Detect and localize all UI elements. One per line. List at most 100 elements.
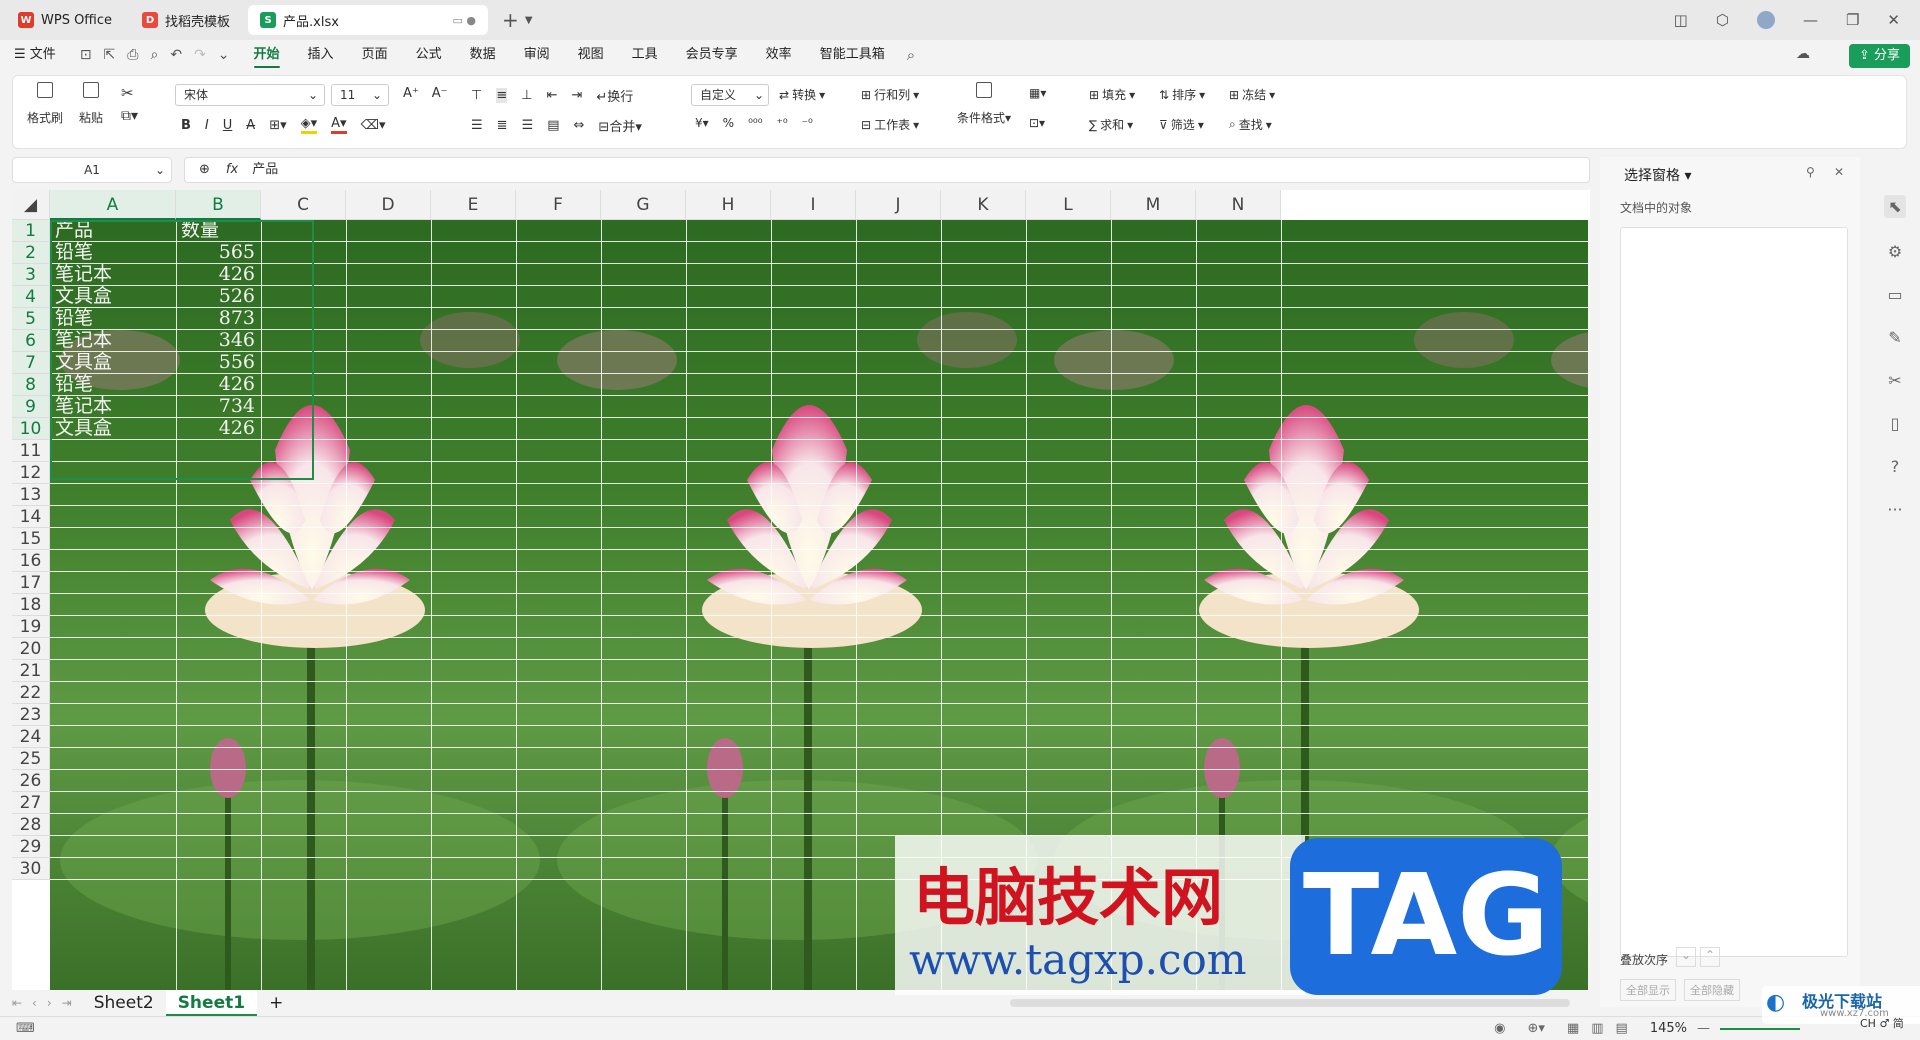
row-header-23[interactable]: 23 [12,704,50,726]
italic-icon[interactable]: I [205,118,209,133]
row-header-25[interactable]: 25 [12,748,50,770]
row-header-20[interactable]: 20 [12,638,50,660]
row-header-13[interactable]: 13 [12,484,50,506]
row-header-18[interactable]: 18 [12,594,50,616]
indent-decrease-icon[interactable]: ⇤ [547,88,558,103]
freeze-button[interactable]: ⊞ 冻结 ▾ [1229,86,1275,103]
row-header-4[interactable]: 4 [12,286,50,308]
align-top-icon[interactable]: ⊤ [471,88,482,103]
name-box[interactable]: A1 ⌄ [12,157,172,183]
move-up-icon[interactable]: ⌃ [1700,947,1720,967]
thousands-icon[interactable]: ⁰⁰⁰ [748,116,762,130]
decimal-decrease-icon[interactable]: ⁻⁰ [802,116,813,130]
row-header-5[interactable]: 5 [12,308,50,330]
row-header-27[interactable]: 27 [12,792,50,814]
layout-icon[interactable]: ◫ [1674,11,1688,29]
page-break-icon[interactable]: ▤ [1616,1021,1628,1036]
tab-close-dot-icon[interactable]: ▭ ● [453,14,477,27]
column-header-m[interactable]: M [1111,190,1196,220]
sort-button[interactable]: ⇅ 排序 ▾ [1159,86,1205,103]
tab-efficiency[interactable]: 效率 [752,40,806,70]
font-grow-icon[interactable]: A⁺ [403,86,419,101]
row-header-22[interactable]: 22 [12,682,50,704]
row-header-15[interactable]: 15 [12,528,50,550]
row-header-8[interactable]: 8 [12,374,50,396]
sum-button[interactable]: ∑ 求和 ▾ [1089,116,1133,133]
conditional-format-button[interactable]: 条件格式▾ [957,82,1011,126]
merge-button[interactable]: ⊟合并▾ [598,116,641,135]
filter-button[interactable]: ⊽ 筛选 ▾ [1159,116,1204,133]
new-tab-plus-icon[interactable]: + [502,8,519,32]
sheet-tab-sheet1[interactable]: Sheet1 [165,990,258,1016]
objects-list[interactable] [1620,227,1848,957]
convert-button[interactable]: ⇄ 转换 ▾ [779,86,825,103]
align-center-icon[interactable]: ≣ [497,118,508,133]
row-col-button[interactable]: ⊞ 行和列 ▾ [861,86,919,103]
row-header-26[interactable]: 26 [12,770,50,792]
row-header-24[interactable]: 24 [12,726,50,748]
row-header-1[interactable]: 1 [12,220,50,242]
column-header-n[interactable]: N [1196,190,1281,220]
horizontal-scrollbar[interactable] [1010,999,1570,1007]
tab-page[interactable]: 页面 [348,40,402,70]
format-painter-button[interactable]: 格式刷 [27,82,63,126]
align-left-icon[interactable]: ☰ [471,118,483,133]
save-icon[interactable]: ⊡ [80,47,92,63]
page-layout-icon[interactable]: ▥ [1591,1021,1603,1036]
zoom-formula-icon[interactable]: ⊕ [199,162,210,177]
fill-color-icon[interactable]: ◈▾ [300,116,318,134]
more-chevron-icon[interactable]: ⌄ [218,47,230,63]
align-middle-icon[interactable]: ≡ [496,88,508,103]
close-pane-icon[interactable]: ✕ [1834,165,1844,179]
undo-icon[interactable]: ↶ [170,47,182,63]
file-menu[interactable]: ☰ 文件 [0,40,70,70]
align-right-icon[interactable]: ☰ [522,118,534,133]
close-window-icon[interactable]: ✕ [1887,11,1900,29]
formula-input[interactable]: ⊕ fx 产品 [184,157,1590,183]
more-icon[interactable]: ··· [1887,500,1902,519]
tools-icon[interactable]: ✂ [1888,371,1901,390]
tab-insert[interactable]: 插入 [294,40,348,70]
underline-icon[interactable]: U [223,118,233,133]
row-header-19[interactable]: 19 [12,616,50,638]
column-header-g[interactable]: G [601,190,686,220]
tab-home[interactable]: 开始 [240,40,294,70]
wps-home-tab[interactable]: W WPS Office [6,5,124,35]
row-header-10[interactable]: 10 [12,418,50,440]
column-header-a[interactable]: A [50,190,176,220]
font-shrink-icon[interactable]: A⁻ [432,86,448,101]
copy-button[interactable]: ⧉▾ [121,108,138,124]
cell-style-button[interactable]: ▦▾ [1029,86,1046,100]
column-header-c[interactable]: C [261,190,346,220]
row-header-6[interactable]: 6 [12,330,50,352]
avatar[interactable] [1756,11,1775,29]
find-button[interactable]: ⌕ 查找 ▾ [1229,116,1272,133]
clear-format-icon[interactable]: ⌫▾ [361,118,386,133]
row-header-21[interactable]: 21 [12,660,50,682]
cloud-icon[interactable]: ☁ [1796,46,1810,62]
column-header-f[interactable]: F [516,190,601,220]
zoom-slider[interactable] [1720,1027,1800,1030]
selection-pane-title[interactable]: 选择窗格 ▾ [1624,165,1691,185]
vertical-scrollbar[interactable] [1588,220,1590,990]
macro-icon[interactable]: ⌨ [16,1021,35,1036]
strikethrough-icon[interactable]: A [246,118,255,133]
row-header-28[interactable]: 28 [12,814,50,836]
column-header-b[interactable]: B [176,190,261,220]
column-header-k[interactable]: K [941,190,1026,220]
column-header-l[interactable]: L [1026,190,1111,220]
number-format-select[interactable]: 自定义 ⌄ [691,84,769,106]
currency-icon[interactable]: ¥▾ [695,116,709,130]
wrap-text-button[interactable]: ↵换行 [596,86,633,105]
select-cursor-icon[interactable]: ⬉ [1884,195,1906,218]
zoom-out-icon[interactable]: — [1697,1021,1710,1036]
sheet-nav-arrows-icon[interactable]: ⇤‹›⇥ [12,996,82,1010]
tab-formula[interactable]: 公式 [402,40,456,70]
share-button[interactable]: ⇪ 分享 [1848,44,1910,68]
fill-button[interactable]: ⊞ 填充 ▾ [1089,86,1135,103]
column-header-j[interactable]: J [856,190,941,220]
tab-tools[interactable]: 工具 [618,40,672,70]
row-header-16[interactable]: 16 [12,550,50,572]
justify-icon[interactable]: ▤ [547,118,559,133]
search-icon[interactable]: ⌕ [907,46,915,64]
